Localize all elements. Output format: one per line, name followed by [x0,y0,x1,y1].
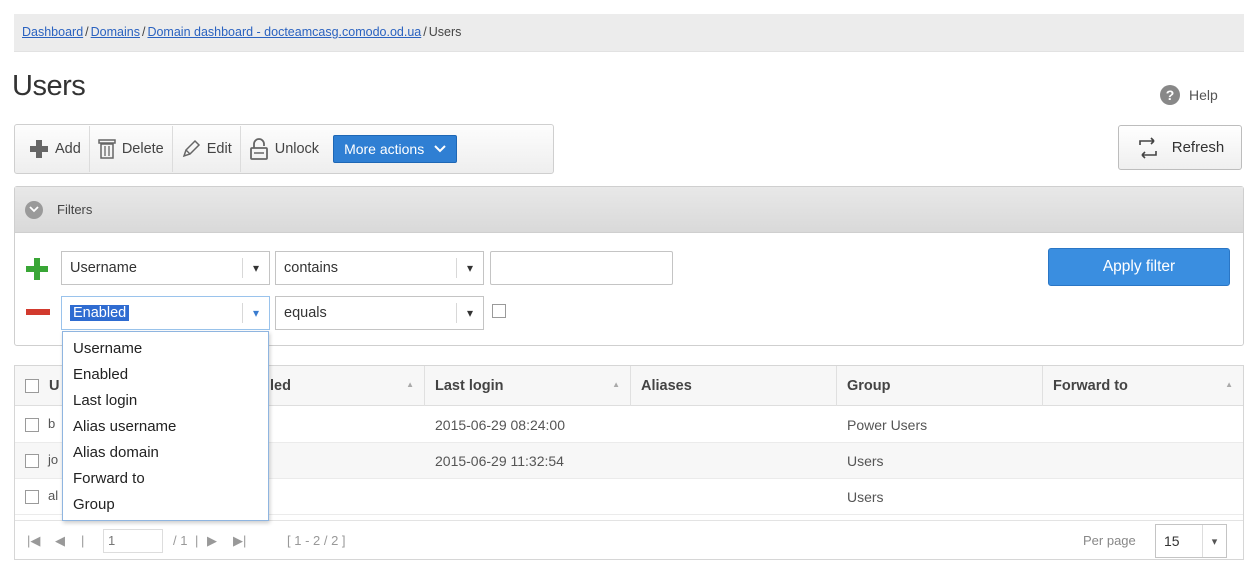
filter-operator-value: contains [284,260,339,276]
filter-value-checkbox[interactable] [492,304,506,318]
breadcrumb-domain-dashboard-link[interactable]: Domain dashboard - docteamcasg.comodo.od… [147,25,421,39]
group-cell: Users [847,489,884,505]
chevron-down-icon: ▾ [252,261,260,275]
field-dropdown-list: Username Enabled Last login Alias userna… [62,331,269,521]
chevron-down-icon [434,145,446,153]
per-page-value: 15 [1164,533,1180,549]
username-cell: jo [48,452,59,467]
filter-field-value: Enabled [70,305,130,321]
edit-button[interactable]: Edit [173,126,241,172]
filter-operator-value: equals [284,305,327,321]
refresh-button[interactable]: Refresh [1118,125,1242,170]
add-filter-icon[interactable] [26,258,48,280]
per-page-label: Per page [1083,533,1136,548]
filter-field-value: Username [70,260,137,276]
page-number-input[interactable]: 1 [103,529,163,553]
pager-divider: | [195,533,199,548]
add-button[interactable]: Add [21,126,90,172]
chevron-down-icon: ▾ [466,306,474,320]
collapse-chevron-icon [25,200,43,219]
breadcrumb: Dashboard / Domains / Domain dashboard - doc… [14,14,1244,52]
plus-icon [30,140,48,158]
last-login-cell: 2015-06-29 08:24:00 [435,417,565,433]
username-cell: al [48,488,59,503]
more-actions-label: More actions [344,141,425,157]
row-checkbox[interactable] [25,490,39,504]
edit-label: Edit [206,141,232,157]
chevron-down-icon: ▾ [466,261,474,275]
group-cell: Power Users [847,417,928,433]
column-group[interactable]: Group [837,366,1043,406]
dropdown-option-alias-username[interactable]: Alias username [63,414,268,440]
filter-operator-select[interactable]: equals ▾ [275,296,484,330]
refresh-icon [1138,136,1157,159]
more-actions-button[interactable]: More actions [333,135,458,163]
delete-button[interactable]: Delete [90,126,173,172]
first-page-icon[interactable]: |◀ [27,533,40,549]
remove-filter-icon[interactable] [26,309,50,315]
dropdown-option-enabled[interactable]: Enabled [63,362,268,388]
filter-field-select[interactable]: Enabled ▾ [61,296,270,330]
dropdown-option-last-login[interactable]: Last login [63,388,268,414]
chevron-down-icon: ▾ [1202,525,1226,557]
unlock-label: Unlock [274,141,320,157]
sort-icon: ▲ [612,380,620,389]
last-login-cell: 2015-06-29 11:32:54 [435,453,564,469]
pencil-icon [182,139,200,158]
record-range: [ 1 - 2 / 2 ] [287,533,346,548]
pager-divider: | [81,533,85,548]
group-cell: Users [847,453,884,469]
sort-icon: ▲ [1225,380,1233,389]
filters-title: Filters [57,202,93,217]
dropdown-option-username[interactable]: Username [63,336,268,362]
row-checkbox[interactable] [25,418,39,432]
add-label: Add [55,141,81,157]
trash-icon [98,139,116,159]
sort-icon: ▲ [406,380,414,389]
pagination-bar: |◀ ◀ | 1 / 1 | ▶ ▶| [ 1 - 2 / 2 ] Per pa… [15,520,1243,560]
unlock-icon [249,138,268,160]
help-icon: ? [1160,85,1180,105]
chevron-down-icon: ▾ [252,306,260,320]
next-page-icon[interactable]: ▶ [207,533,217,549]
help-label: Help [1189,87,1218,103]
breadcrumb-domains-link[interactable]: Domains [91,25,140,39]
column-last-login[interactable]: Last login ▲ [425,366,631,406]
total-pages: / 1 [173,533,188,548]
toolbar: Add Delete Edit Unlock More actions [14,124,554,174]
dropdown-option-group[interactable]: Group [63,492,268,518]
delete-label: Delete [121,141,164,157]
per-page-select[interactable]: 15 ▾ [1155,524,1227,558]
last-page-icon[interactable]: ▶| [233,533,246,549]
select-all-checkbox[interactable] [25,379,39,393]
filter-field-select[interactable]: Username ▾ [61,251,270,285]
breadcrumb-separator: / [85,25,89,39]
breadcrumb-separator: / [423,25,427,39]
page-title: Users [12,70,86,102]
row-checkbox[interactable] [25,454,39,468]
breadcrumb-dashboard-link[interactable]: Dashboard [22,25,83,39]
filter-operator-select[interactable]: contains ▾ [275,251,484,285]
apply-filter-button[interactable]: Apply filter [1048,248,1230,286]
breadcrumb-current: Users [428,25,462,39]
help-link[interactable]: ? Help [1160,85,1218,105]
dropdown-option-alias-domain[interactable]: Alias domain [63,440,268,466]
dropdown-option-forward-to[interactable]: Forward to [63,466,268,492]
username-cell: b [48,416,56,431]
column-forward-to[interactable]: Forward to ▲ [1043,366,1243,406]
refresh-label: Refresh [1171,139,1225,156]
filters-header[interactable]: Filters [15,187,1243,233]
column-aliases[interactable]: Aliases [631,366,837,406]
unlock-button[interactable]: Unlock [241,126,327,172]
filter-value-input[interactable] [490,251,673,285]
prev-page-icon[interactable]: ◀ [55,533,65,549]
